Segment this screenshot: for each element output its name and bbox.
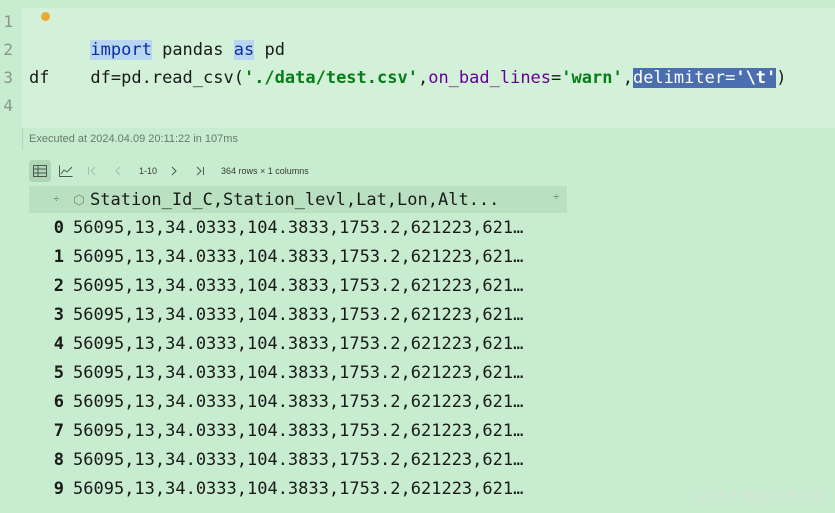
line-number: 3 (3, 68, 13, 87)
string-warn: 'warn' (561, 68, 623, 88)
column-sort-icon[interactable]: ÷ (554, 192, 560, 203)
table-row[interactable]: 9 56095,13,34.0333,104.3833,1753.2,621223… (29, 474, 567, 503)
code-cell[interactable]: 1 2 3 4 import pandas as pd df=pd.read_c… (0, 0, 835, 150)
table-row[interactable]: 8 56095,13,34.0333,104.3833,1753.2,621223… (29, 445, 567, 474)
param-on-bad-lines: on_bad_lines (428, 68, 552, 88)
table-row[interactable]: 1 56095,13,34.0333,104.3833,1753.2,621223… (29, 242, 567, 271)
table-cell[interactable]: 56095,13,34.0333,104.3833,1753.2,621223,… (65, 450, 563, 470)
table-cell[interactable]: 56095,13,34.0333,104.3833,1753.2,621223,… (65, 363, 563, 383)
table-cell[interactable]: 56095,13,34.0333,104.3833,1753.2,621223,… (65, 479, 563, 499)
close-paren: ) (776, 68, 787, 88)
param-delimiter: delimiter (632, 68, 726, 88)
table-cell[interactable]: 56095,13,34.0333,104.3833,1753.2,621223,… (65, 334, 563, 354)
call-prefix: df=pd.read_csv( (90, 68, 244, 88)
table-view-icon[interactable] (29, 160, 51, 182)
table-cell[interactable]: 56095,13,34.0333,104.3833,1753.2,621223,… (65, 305, 563, 325)
row-column-summary: 364 rows × 1 columns (221, 166, 309, 176)
key-column-icon (73, 193, 87, 207)
intention-bulb-icon[interactable] (41, 12, 50, 21)
selected-text[interactable]: delimiter='\t' (632, 68, 777, 88)
table-cell[interactable]: 56095,13,34.0333,104.3833,1753.2,621223,… (65, 218, 563, 238)
line-number: 1 (3, 12, 13, 31)
code-editor[interactable]: import pandas as pd df=pd.read_csv('./da… (22, 8, 835, 128)
table-cell[interactable]: 56095,13,34.0333,104.3833,1753.2,621223,… (65, 247, 563, 267)
table-row[interactable]: 4 56095,13,34.0333,104.3833,1753.2,621223… (29, 329, 567, 358)
table-cell[interactable]: 56095,13,34.0333,104.3833,1753.2,621223,… (65, 276, 563, 296)
row-index: 0 (53, 217, 64, 238)
chart-view-icon[interactable] (55, 160, 77, 182)
code-line-1[interactable]: import pandas as pd (29, 8, 285, 60)
table-body: 0 56095,13,34.0333,104.3833,1753.2,621223… (29, 213, 567, 503)
index-sort-icon[interactable]: ÷ (29, 194, 65, 205)
row-index: 1 (53, 246, 64, 267)
line-number-gutter: 1 2 3 4 (0, 8, 23, 150)
prev-page-icon[interactable] (107, 160, 129, 182)
page-range[interactable]: 1-10 (139, 166, 157, 176)
line-number: 4 (3, 96, 13, 115)
row-index: 5 (53, 362, 64, 383)
equals: = (551, 68, 562, 88)
row-index: 2 (53, 275, 64, 296)
string-path: './data/test.csv' (243, 68, 418, 88)
next-page-icon[interactable] (163, 160, 185, 182)
row-index: 3 (53, 304, 64, 325)
first-page-icon[interactable] (81, 160, 103, 182)
row-index: 9 (53, 478, 64, 499)
code-line-2[interactable]: df=pd.read_csv('./data/test.csv',on_bad_… (29, 36, 787, 88)
table-row[interactable]: 0 56095,13,34.0333,104.3833,1753.2,621223… (29, 213, 567, 242)
table-row[interactable]: 2 56095,13,34.0333,104.3833,1753.2,621223… (29, 271, 567, 300)
comma: , (622, 68, 633, 88)
execution-info: Executed at 2024.04.09 20:11:22 in 107ms (29, 133, 238, 145)
dataframe-table: ÷ Station_Id_C,Station_levl,Lat,Lon,Alt.… (29, 186, 567, 503)
last-page-icon[interactable] (189, 160, 211, 182)
row-index: 6 (53, 391, 64, 412)
row-index: 8 (53, 449, 64, 470)
table-cell[interactable]: 56095,13,34.0333,104.3833,1753.2,621223,… (65, 421, 563, 441)
output-toolbar: 1-10 364 rows × 1 columns (29, 158, 569, 184)
string-tab: '\t' (735, 68, 777, 88)
table-row[interactable]: 5 56095,13,34.0333,104.3833,1753.2,621223… (29, 358, 567, 387)
row-index: 7 (53, 420, 64, 441)
column-header[interactable]: Station_Id_C,Station_levl,Lat,Lon,Alt... (90, 190, 499, 210)
equals: = (725, 68, 736, 88)
table-cell[interactable]: 56095,13,34.0333,104.3833,1753.2,621223,… (65, 392, 563, 412)
table-header: ÷ Station_Id_C,Station_levl,Lat,Lon,Alt.… (29, 186, 567, 213)
table-row[interactable]: 7 56095,13,34.0333,104.3833,1753.2,621223… (29, 416, 567, 445)
table-row[interactable]: 3 56095,13,34.0333,104.3833,1753.2,621223… (29, 300, 567, 329)
table-row[interactable]: 6 56095,13,34.0333,104.3833,1753.2,621223… (29, 387, 567, 416)
watermark: @稀土掘金技术社区 (698, 489, 829, 505)
comma: , (417, 68, 429, 88)
row-index: 4 (53, 333, 64, 354)
line-number: 2 (3, 40, 13, 59)
code-line-3[interactable]: df (29, 64, 49, 92)
